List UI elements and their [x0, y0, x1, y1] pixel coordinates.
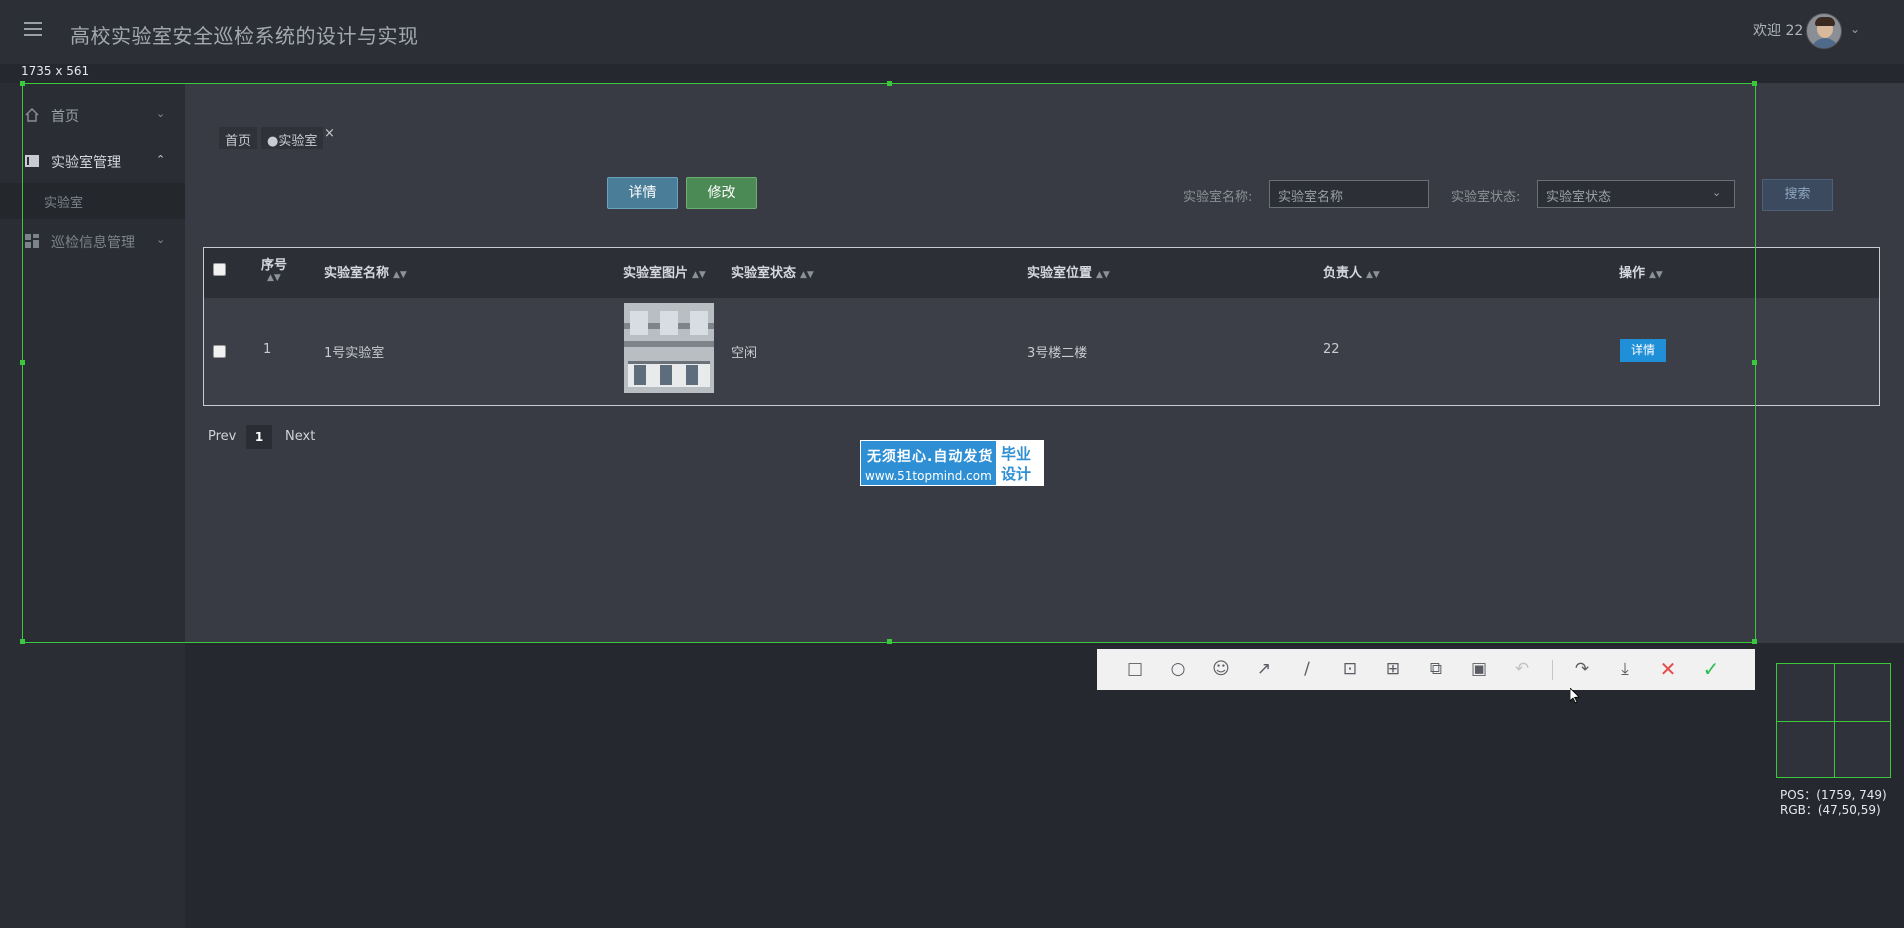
- text-tool-icon[interactable]: ⊞: [1381, 657, 1405, 681]
- share-icon[interactable]: ↷: [1570, 657, 1594, 681]
- hamburger-menu-icon[interactable]: [24, 22, 42, 36]
- undo-icon[interactable]: ↶: [1510, 657, 1534, 681]
- user-avatar[interactable]: [1806, 13, 1842, 49]
- resize-handle[interactable]: [20, 81, 25, 86]
- resize-handle[interactable]: [1752, 81, 1757, 86]
- resize-handle[interactable]: [887, 639, 892, 644]
- ocr-tool-icon[interactable]: ▣: [1467, 657, 1491, 681]
- capture-toolbar: □ ○ ☺ ↗ ∕ ⊡ ⊞ ⧉ ▣ ↶ ↷ ⤓ ✕ ✓: [1097, 649, 1755, 690]
- pin-tool-icon[interactable]: ⧉: [1424, 657, 1448, 681]
- emoji-tool-icon[interactable]: ☺: [1209, 657, 1233, 681]
- toolbar-divider: [1552, 660, 1553, 680]
- confirm-icon[interactable]: ✓: [1699, 657, 1723, 681]
- ellipse-tool-icon[interactable]: ○: [1166, 657, 1190, 681]
- pen-tool-icon[interactable]: ∕: [1295, 657, 1319, 681]
- resize-handle[interactable]: [20, 639, 25, 644]
- resize-handle[interactable]: [20, 360, 25, 365]
- mouse-cursor-icon: [1570, 688, 1580, 704]
- app-title: 高校实验室安全巡检系统的设计与实现: [70, 24, 419, 48]
- magnifier-preview: [1776, 663, 1891, 778]
- search-button[interactable]: 搜索: [1762, 179, 1833, 211]
- chevron-down-icon[interactable]: ⌄: [1850, 22, 1860, 36]
- welcome-text: 欢迎 22: [1753, 23, 1804, 39]
- selection-dimensions: 1735 x 561: [21, 64, 90, 78]
- resize-handle[interactable]: [1752, 360, 1757, 365]
- arrow-tool-icon[interactable]: ↗: [1252, 657, 1276, 681]
- mosaic-tool-icon[interactable]: ⊡: [1338, 657, 1362, 681]
- capture-selection-rect[interactable]: [20, 81, 1757, 644]
- resize-handle[interactable]: [887, 81, 892, 86]
- rectangle-tool-icon[interactable]: □: [1123, 657, 1147, 681]
- pixel-rgb-readout: RGB：(47,50,59): [1780, 803, 1881, 817]
- cancel-icon[interactable]: ✕: [1656, 657, 1680, 681]
- resize-handle[interactable]: [1752, 639, 1757, 644]
- save-icon[interactable]: ⤓: [1613, 657, 1637, 681]
- app-header: 高校实验室安全巡检系统的设计与实现 欢迎 22 ⌄: [0, 0, 1904, 64]
